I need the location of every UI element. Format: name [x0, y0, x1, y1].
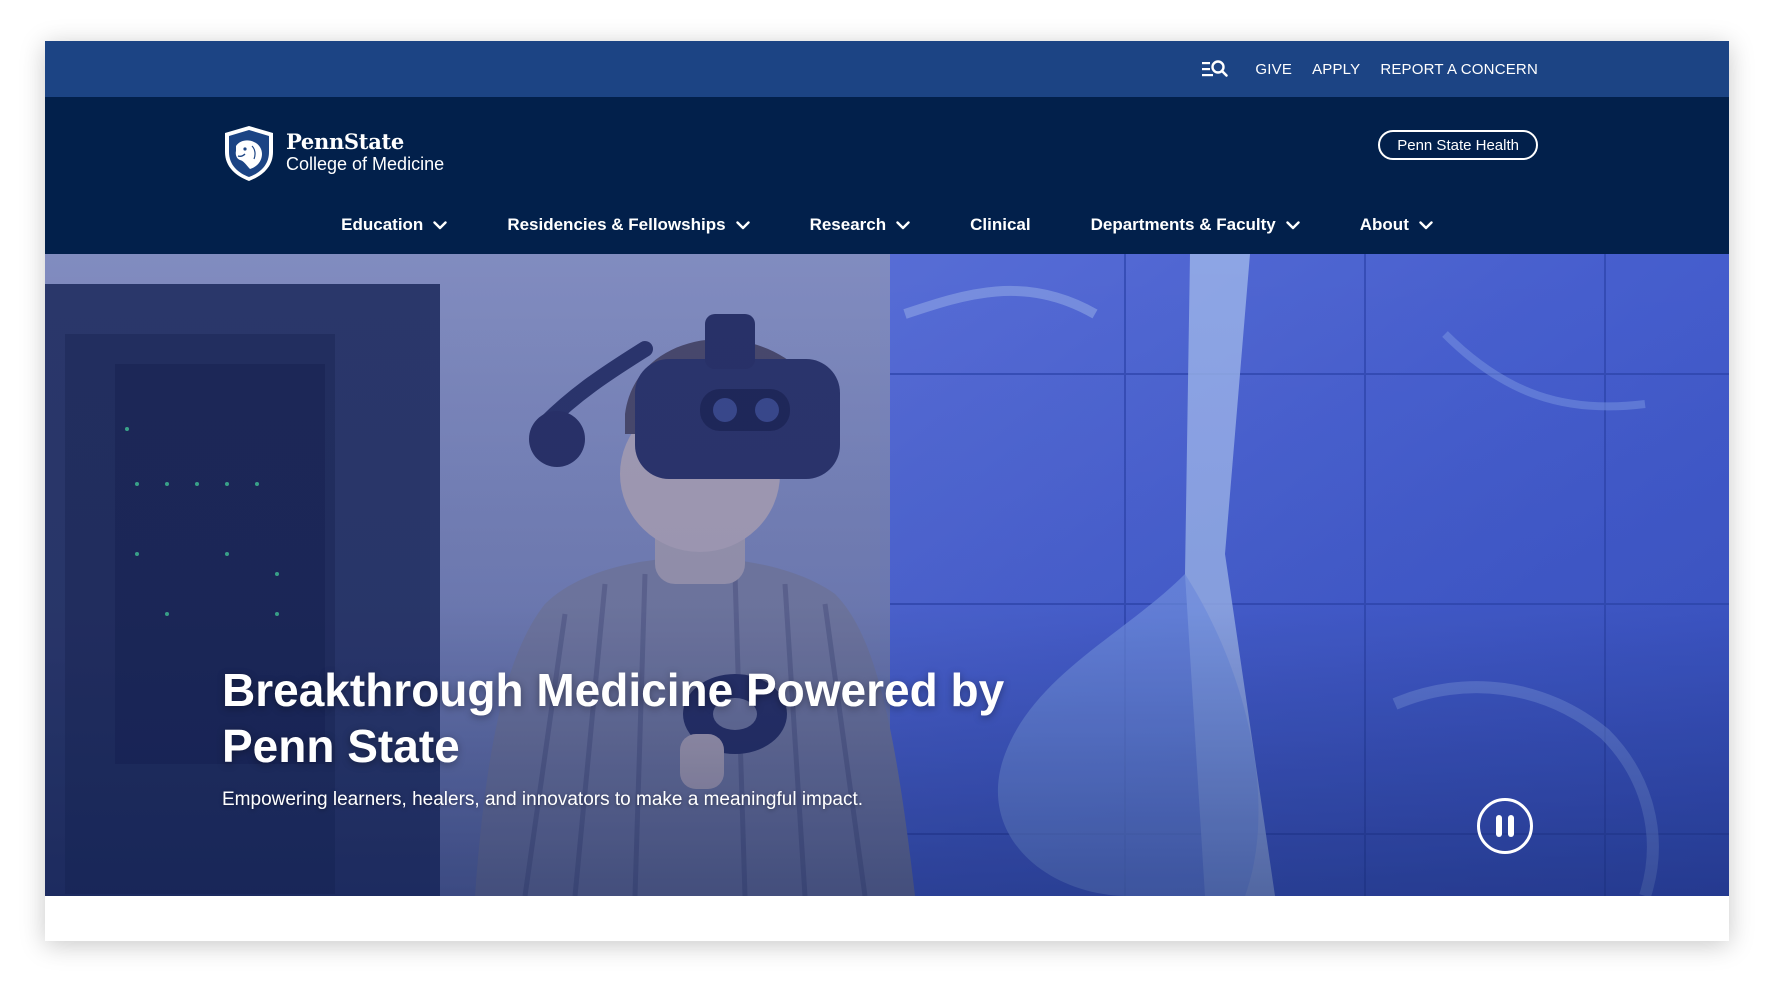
- main-header: PennState College of Medicine Penn State…: [45, 97, 1729, 254]
- nav-item-label: Research: [809, 215, 887, 234]
- nav-item-departments-faculty[interactable]: Departments & Faculty: [1091, 215, 1300, 235]
- chevron-down-icon: [1286, 220, 1300, 229]
- nav-item-label: Education: [341, 215, 424, 234]
- hero-subtitle: Empowering learners, healers, and innova…: [222, 789, 864, 810]
- pause-icon: [1496, 815, 1502, 837]
- nav-item-education[interactable]: Education: [341, 215, 448, 235]
- utility-bar: GIVE APPLY REPORT A CONCERN: [45, 41, 1729, 97]
- nav-item-label: Departments & Faculty: [1090, 215, 1276, 234]
- brand-name: PennState: [286, 129, 404, 154]
- apply-link[interactable]: APPLY: [1312, 61, 1360, 78]
- nav-item-about[interactable]: About: [1360, 215, 1433, 235]
- hero-title: Breakthrough Medicine Powered by Penn St…: [222, 664, 1005, 772]
- college-name: College of Medicine: [286, 154, 445, 174]
- chevron-down-icon: [896, 220, 910, 229]
- browser-viewport: GIVE APPLY REPORT A CONCERN PennState Co…: [45, 41, 1729, 941]
- nav-item-label: About: [1359, 215, 1409, 234]
- give-link[interactable]: GIVE: [1255, 61, 1292, 78]
- hero-banner: Breakthrough Medicine Powered by Penn St…: [45, 254, 1729, 896]
- nav-item-residencies-fellowships[interactable]: Residencies & Fellowships: [507, 215, 750, 235]
- main-nav: Education Residencies & Fellowships Rese…: [45, 205, 1729, 245]
- chevron-down-icon: [1419, 220, 1433, 229]
- nav-item-label: Residencies & Fellowships: [507, 215, 726, 234]
- penn-state-health-button[interactable]: Penn State Health: [1378, 130, 1538, 160]
- search-menu-icon: [1202, 60, 1229, 77]
- nav-item-clinical[interactable]: Clinical: [970, 215, 1030, 235]
- nav-item-research[interactable]: Research: [810, 215, 911, 235]
- report-concern-link[interactable]: REPORT A CONCERN: [1380, 61, 1538, 78]
- chevron-down-icon: [433, 220, 448, 229]
- nav-item-label: Clinical: [970, 215, 1031, 234]
- site-logo[interactable]: PennState College of Medicine: [222, 124, 444, 182]
- search-menu-toggle[interactable]: [1201, 59, 1229, 79]
- chevron-down-icon: [735, 220, 750, 229]
- nittany-lion-shield-icon: [225, 126, 273, 181]
- pause-icon: [1508, 815, 1514, 837]
- pause-video-button[interactable]: [1477, 798, 1533, 854]
